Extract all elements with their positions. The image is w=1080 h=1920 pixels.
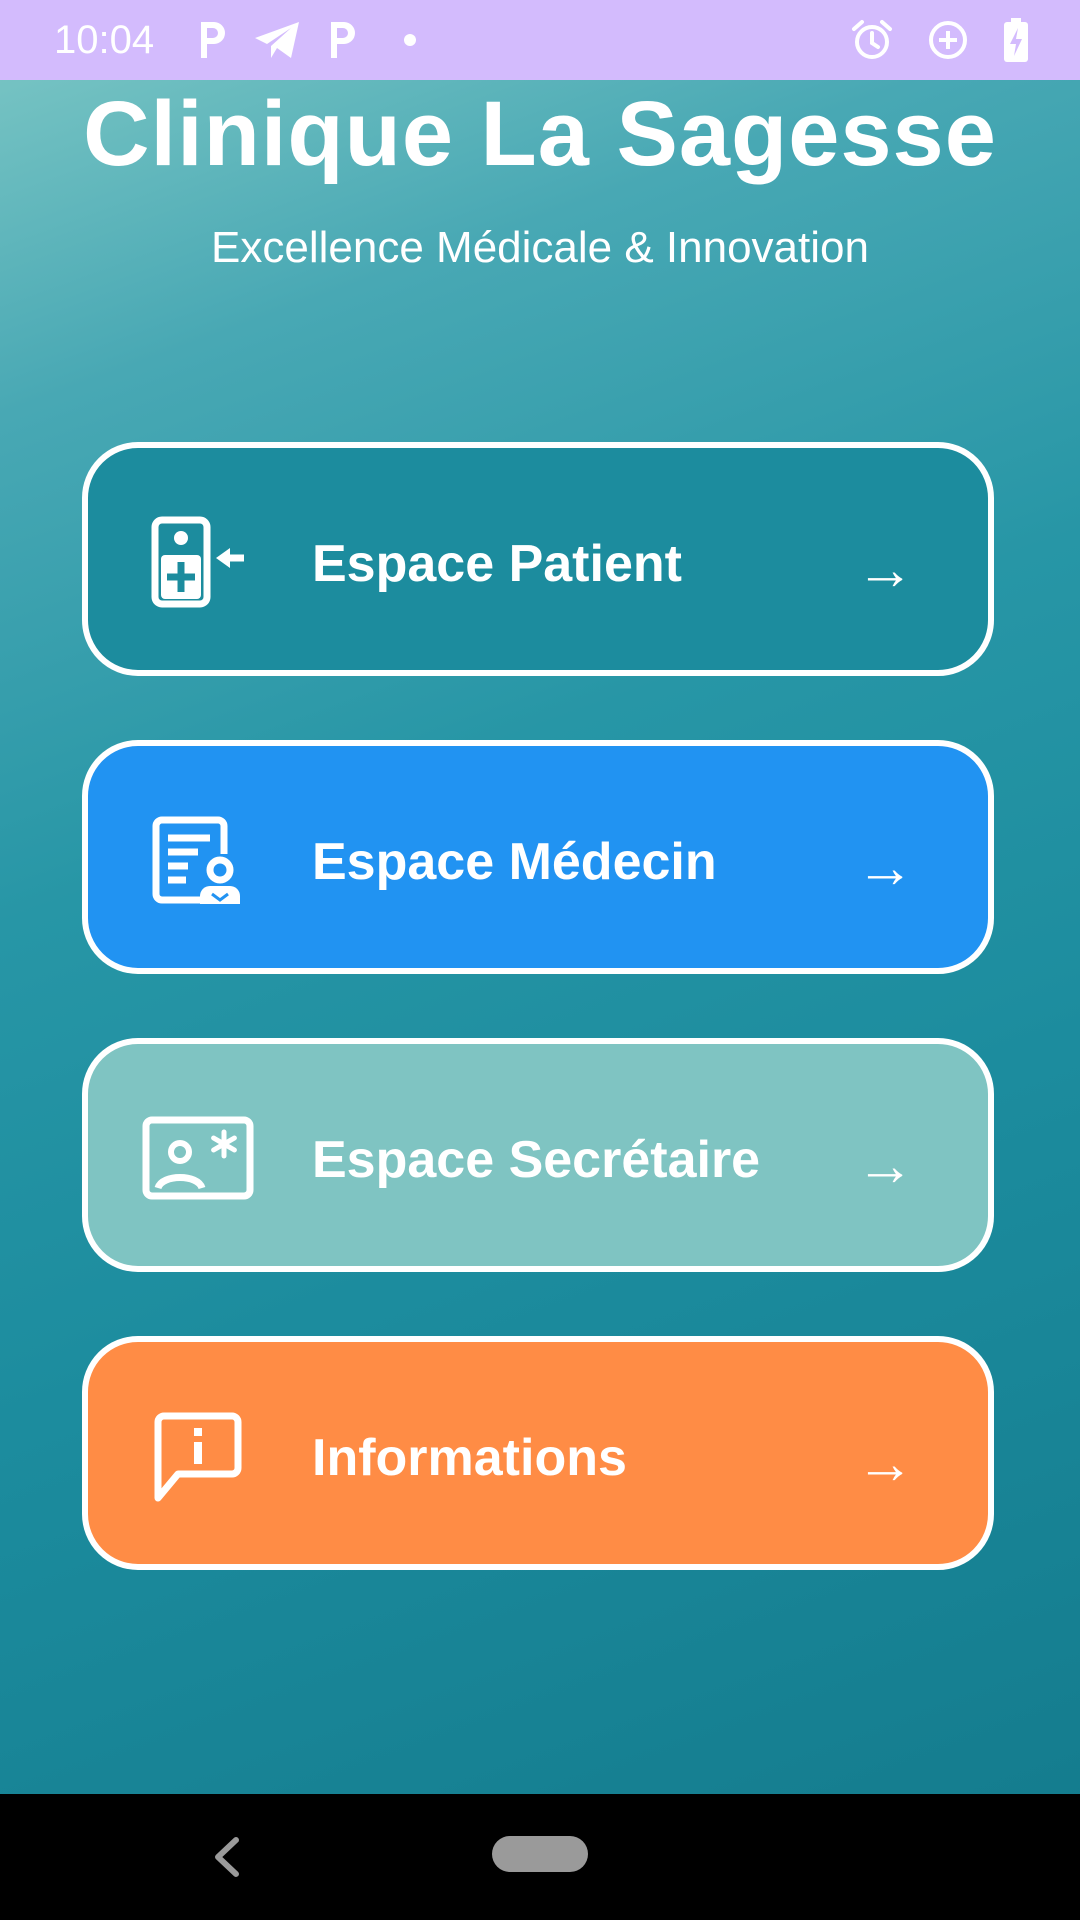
alarm-icon [850,18,894,62]
arrow-right-icon: → [856,537,914,602]
app-subtitle: Excellence Médicale & Innovation [211,223,869,272]
app-title: Clinique La Sagesse [83,83,997,185]
espace-patient-label: Espace Patient [312,535,682,593]
espace-medecin-button[interactable]: Espace Médecin → [82,740,994,974]
status-icons-left [195,14,417,66]
espace-secretaire-label: Espace Secrétaire [312,1131,761,1189]
screen: 10:04 Clinique La Sagesse Excellence Méd… [0,0,1080,1920]
status-bar: 10:04 [0,0,1080,80]
parking-icon [195,18,229,62]
dot-icon [403,33,417,47]
espace-patient-button[interactable]: Espace Patient → [82,442,994,676]
informations-button[interactable]: Informations → [82,1336,994,1570]
arrow-right-icon: → [856,835,914,900]
info-message-icon [148,1410,248,1502]
patient-badge-icon [148,516,248,608]
data-saver-icon [926,18,970,62]
home-pill-icon[interactable] [492,1836,588,1872]
arrow-right-icon: → [856,1133,914,1198]
arrow-right-icon: → [856,1431,914,1496]
espace-medecin-label: Espace Médecin [312,833,717,891]
contact-card-icon [140,1112,256,1204]
battery-charging-icon [1002,17,1030,63]
informations-label: Informations [312,1429,627,1487]
telegram-icon [253,18,301,62]
espace-secretaire-button[interactable]: Espace Secrétaire → [82,1038,994,1272]
status-time: 10:04 [54,18,155,62]
parking-icon-2 [325,18,359,62]
back-icon[interactable] [206,1834,246,1880]
navigation-bar [0,1794,1080,1920]
doctor-document-icon [148,814,248,906]
status-icons-right [850,14,1030,66]
